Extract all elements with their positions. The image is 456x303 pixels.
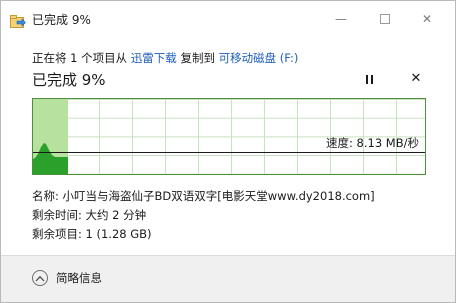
progress-status: 已完成 9%	[32, 71, 106, 89]
speed-indicator-line	[33, 152, 425, 153]
speed-label: 速度: 8.13 MB/秒	[326, 136, 419, 150]
transfer-speed-graph: 速度: 8.13 MB/秒	[32, 98, 426, 175]
pause-button[interactable]	[363, 73, 377, 87]
chevron-up-icon	[32, 270, 48, 286]
pause-icon	[366, 75, 368, 84]
maximize-button[interactable]	[373, 9, 397, 29]
cancel-icon: ✕	[410, 71, 422, 86]
copy-description: 正在将 1 个项目从 迅雷下载 复制到 可移动磁盘 (F:)	[32, 50, 298, 66]
copy-prefix: 正在将 1 个项目从	[32, 51, 131, 65]
maximize-icon	[380, 14, 390, 24]
footer: 简略信息	[1, 256, 455, 302]
minimize-button[interactable]: —	[329, 9, 353, 29]
minimize-icon: —	[335, 12, 347, 26]
close-button[interactable]: ✕	[415, 9, 439, 29]
fewer-details-label: 简略信息	[56, 271, 102, 285]
window-title: 已完成 9%	[32, 13, 91, 27]
copy-progress-dialog: 已完成 9% — ✕ 正在将 1 个项目从 迅雷下载 复制到 可移动磁盘 (F:…	[0, 0, 456, 303]
close-icon: ✕	[421, 12, 433, 26]
title-bar[interactable]: 已完成 9% — ✕	[1, 1, 455, 37]
copy-middle: 复制到	[176, 51, 219, 65]
fewer-details-toggle[interactable]: 简略信息	[32, 268, 102, 288]
source-folder-link[interactable]: 迅雷下载	[131, 51, 177, 65]
destination-drive-link[interactable]: 可移动磁盘 (F:)	[219, 51, 299, 65]
time-remaining: 剩余时间: 大约 2 分钟	[32, 208, 147, 222]
copy-folder-icon	[10, 13, 26, 28]
items-remaining: 剩余项目: 1 (1.28 GB)	[32, 227, 152, 241]
cancel-copy-button[interactable]: ✕	[409, 71, 423, 87]
pause-icon-bar	[371, 75, 373, 84]
file-name: 名称: 小叮当与海盗仙子BD双语双字[电影天堂www.dy2018.com]	[32, 189, 375, 203]
